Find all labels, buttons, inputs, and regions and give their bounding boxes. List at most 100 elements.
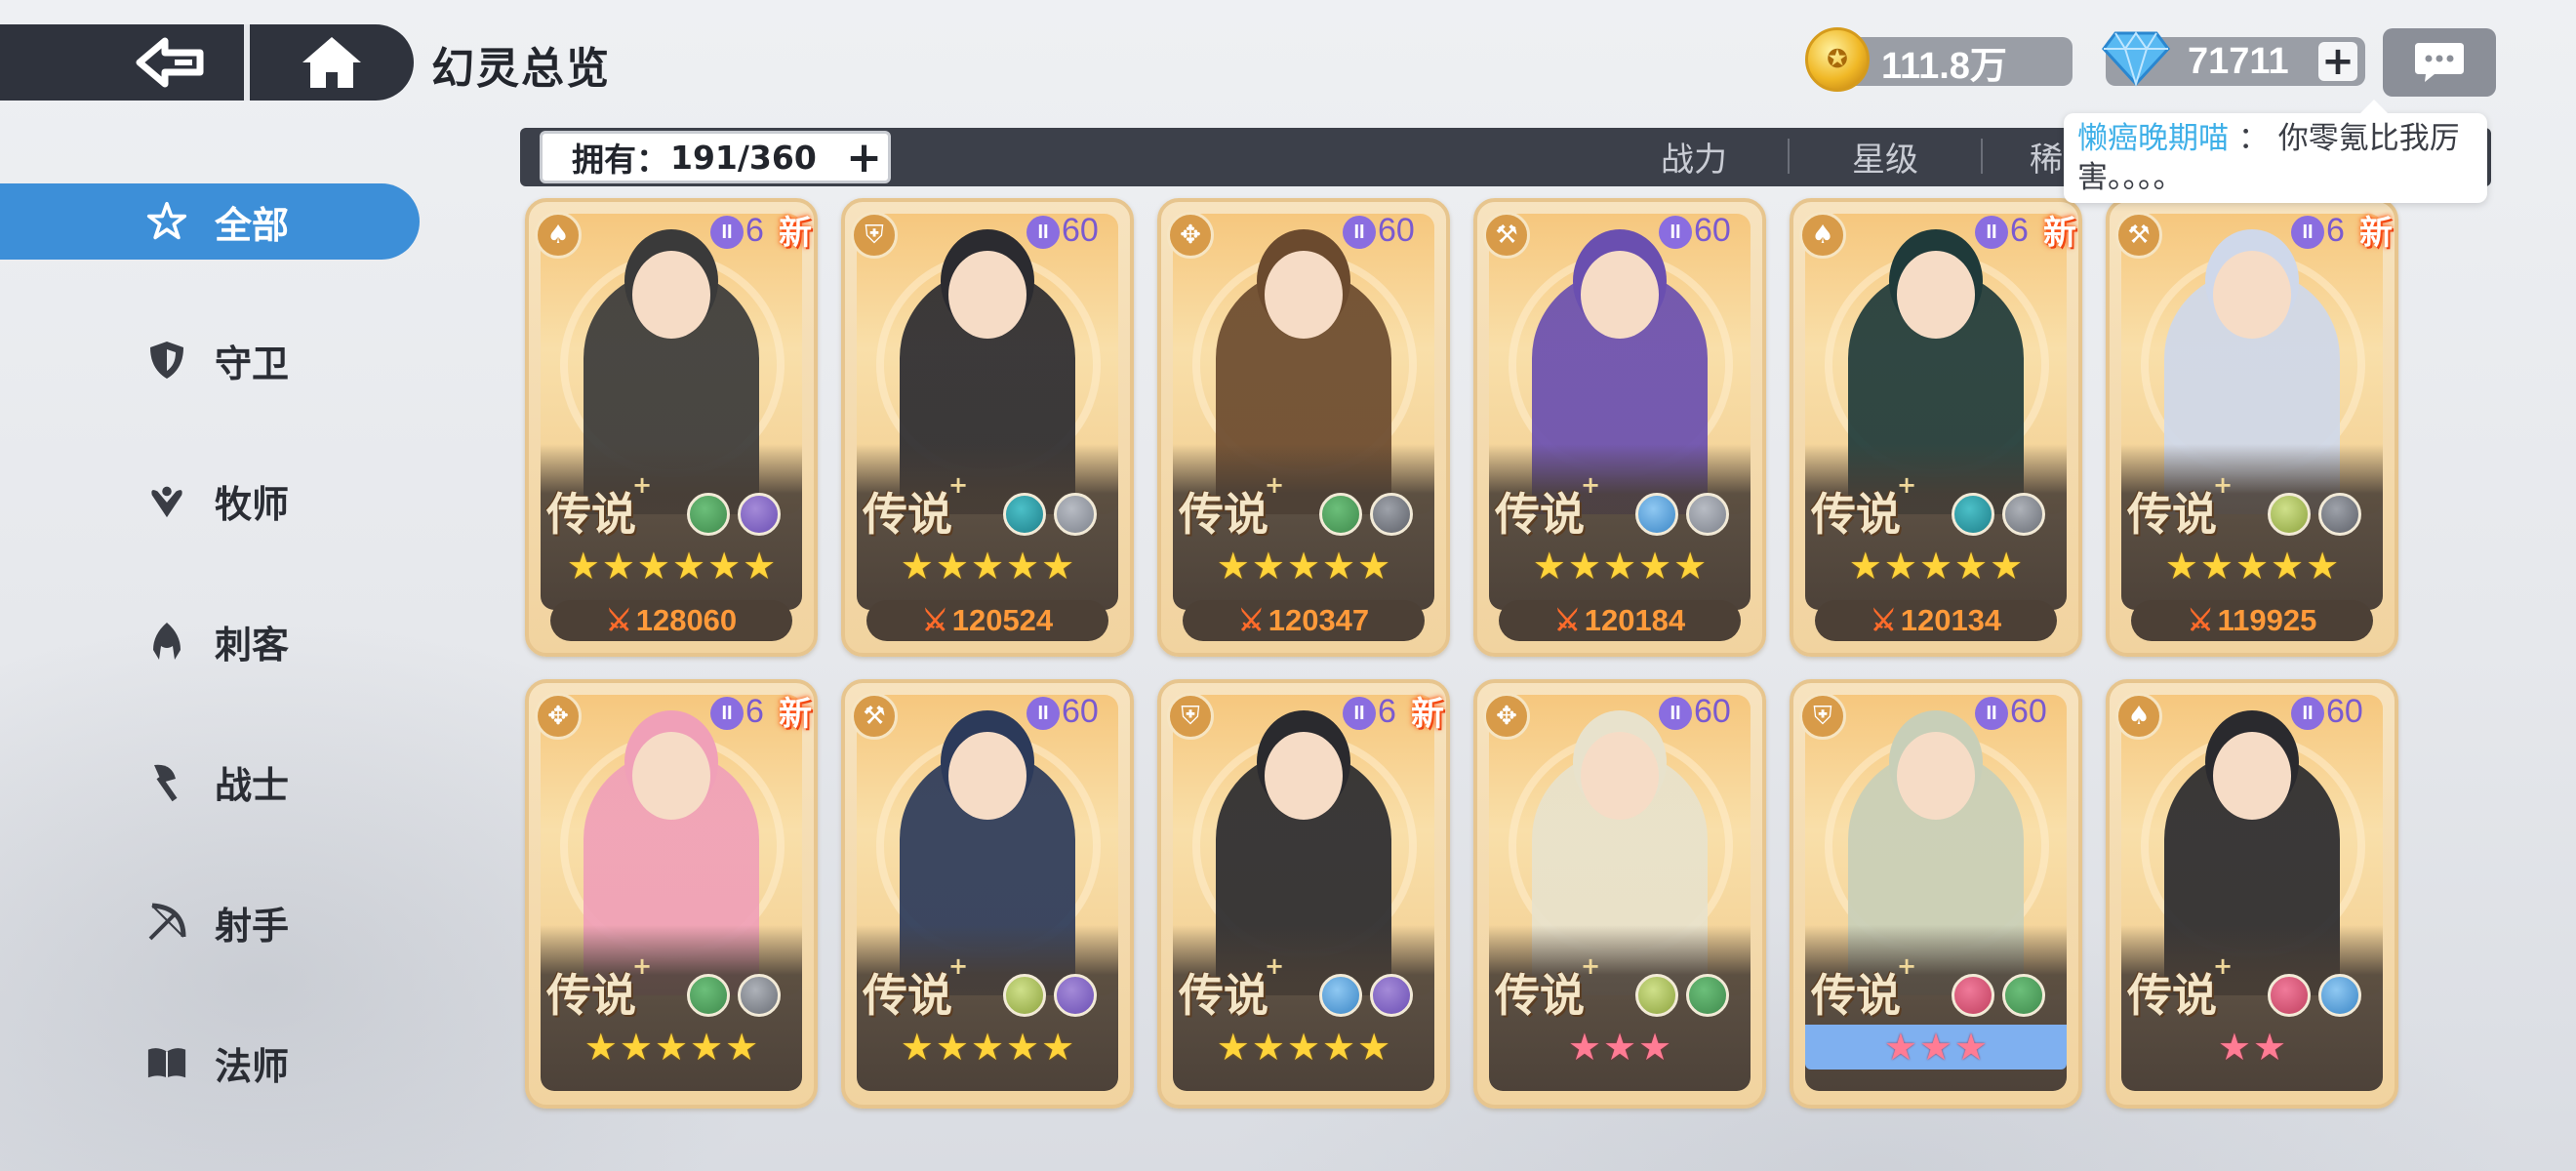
hero-card-panda[interactable]: ♠ II 6 新 传说 + ★ ★ ★ ★ ★ ★ ⚔ 128060 [525, 198, 818, 657]
star-icon: ★ [1848, 545, 1882, 587]
owned-plus-icon: + [846, 132, 882, 182]
owned-label: 拥有： [572, 141, 668, 179]
tier-badge: II [2291, 697, 2324, 730]
hero-card-raven[interactable]: ⛨ II 60 传说 + ★ ★ ★ ★ ★ ⚔ 120524 [841, 198, 1134, 657]
rarity-label: 传说 [546, 488, 636, 541]
sort-rarity-tab[interactable]: 稀 [2030, 133, 2063, 181]
all-star-icon [146, 201, 187, 242]
class-assassin-icon: ♠ [535, 212, 582, 259]
element-earth-icon [2002, 974, 2045, 1017]
element-ice-icon [1635, 493, 1678, 536]
tier-badge: II [710, 216, 744, 249]
gem-currency: 71711 + [2102, 31, 2365, 88]
back-button[interactable] [117, 24, 224, 101]
star-icon: ★ [1638, 545, 1672, 587]
sidebar-item-label: 牧师 [215, 482, 290, 526]
hero-card-horned-queen[interactable]: ⚒ II 60 传说 + ★ ★ ★ ★ ★ ⚔ 120184 [1473, 198, 1766, 657]
sidebar-item-label: 射手 [215, 904, 290, 948]
element-arcane-icon [738, 493, 781, 536]
gold-amount: 111.8万 [1881, 45, 2007, 87]
sidebar-item-archer[interactable]: 射手 [0, 884, 420, 960]
star-icon: ★ [900, 1026, 934, 1069]
star-icon: ★ [566, 545, 600, 587]
class-assassin-icon: ♠ [1799, 212, 1846, 259]
class-warrior-icon: ⚒ [851, 693, 898, 740]
star-icon: ★ [1357, 545, 1391, 587]
star-icon: ★ [1041, 545, 1075, 587]
star-icon: ★ [1954, 1026, 1989, 1069]
tier-badge: II [1659, 216, 1692, 249]
class-guard-icon: ⛨ [1167, 693, 1214, 740]
star-rating: ★ ★ ★ ★ ★ [1173, 544, 1434, 588]
element-light-icon [1003, 974, 1046, 1017]
star-icon: ★ [1532, 545, 1566, 587]
sidebar-item-all[interactable]: 全部 [0, 183, 420, 260]
star-icon: ★ [2217, 1026, 2251, 1069]
rarity-label: 传说 [2127, 969, 2217, 1022]
power-value: 120347 [1268, 603, 1370, 637]
element-void-icon [1370, 493, 1413, 536]
hero-card-antler-druid[interactable]: ⛨ II 60 传说 + ★ ★ ★ [1790, 679, 2082, 1109]
element-earth-icon [687, 493, 730, 536]
class-priest-icon: ✥ [1167, 212, 1214, 259]
hero-card-elf-archer[interactable]: ✥ II 60 传说 + ★ ★ ★ [1473, 679, 1766, 1109]
owned-count-box[interactable]: 拥有： 191/360 + [540, 131, 891, 183]
sidebar-item-warrior[interactable]: 战士 [0, 744, 420, 820]
hero-level: 60 [1378, 212, 1415, 249]
star-rating: ★ ★ ★ ★ ★ [541, 1025, 802, 1070]
class-warrior-icon: ⚒ [2115, 212, 2162, 259]
sidebar-item-label: 刺客 [215, 623, 290, 666]
hero-level: 6 [2326, 212, 2345, 249]
star-icon: ★ [2306, 545, 2340, 587]
diamond-icon [2102, 31, 2170, 88]
sidebar-item-label: 战士 [215, 763, 290, 807]
rarity-plus-icon: + [1265, 952, 1285, 980]
rarity-plus-icon: + [2213, 471, 2234, 499]
rarity-plus-icon: + [948, 471, 969, 499]
star-icon: ★ [1006, 1026, 1040, 1069]
crossed-swords-icon: ⚔ [605, 604, 632, 637]
star-icon: ★ [1216, 545, 1250, 587]
crossed-swords-icon: ⚔ [1237, 604, 1265, 637]
sidebar-item-priest[interactable]: 牧师 [0, 463, 420, 539]
hero-level: 60 [1694, 693, 1731, 730]
chat-message-tooltip: 懒癌晚期喵 ： 你零氪比我厉害。。。。 [2064, 100, 2487, 203]
sidebar-item-label: 守卫 [215, 342, 290, 385]
new-badge: 新 [779, 214, 812, 253]
sidebar-item-label: 全部 [215, 203, 290, 247]
hero-level: 60 [1694, 212, 1731, 249]
chat-button[interactable] [2383, 28, 2496, 97]
power-badge: ⚔ 120134 [1815, 600, 2057, 641]
owned-count: 191/360 [670, 138, 817, 177]
crossed-swords-icon: ⚔ [1553, 604, 1581, 637]
star-icon: ★ [601, 545, 635, 587]
star-icon: ★ [1883, 1026, 1917, 1069]
sidebar-item-mage[interactable]: 法师 [0, 1025, 420, 1101]
home-button[interactable] [283, 24, 381, 101]
chat-bubble-icon [2415, 43, 2464, 82]
hero-card-hooded-rogue[interactable]: ♠ II 6 新 传说 + ★ ★ ★ ★ ★ ⚔ 120134 [1790, 198, 2082, 657]
sidebar-item-guard[interactable]: 守卫 [0, 322, 420, 398]
hero-card-blonde-knight[interactable]: ⚒ II 60 传说 + ★ ★ ★ ★ ★ [841, 679, 1134, 1109]
sort-star-tab[interactable]: 星级 [1852, 133, 1918, 181]
add-gems-button[interactable]: + [2318, 42, 2357, 81]
sort-power-tab[interactable]: 战力 [1661, 133, 1727, 181]
nav-divider [244, 24, 250, 101]
star-icon: ★ [970, 1026, 1005, 1069]
hero-level: 6 [745, 212, 764, 249]
star-rating: ★ ★ ★ ★ ★ ★ [541, 544, 802, 588]
hero-card-dragon-knight[interactable]: ⛨ II 6 新 传说 + ★ ★ ★ ★ ★ [1157, 679, 1450, 1109]
element-earth-icon [1319, 493, 1362, 536]
hero-card-shark-girl[interactable]: ✥ II 60 传说 + ★ ★ ★ ★ ★ ⚔ 120347 [1157, 198, 1450, 657]
star-icon: ★ [2253, 1026, 2287, 1069]
element-fire-icon [1952, 974, 1994, 1017]
chat-username: 懒癌晚期喵 [2077, 121, 2229, 156]
sidebar-item-assassin[interactable]: 刺客 [0, 603, 420, 679]
hero-card-pink-mage[interactable]: ✥ II 6 新 传说 + ★ ★ ★ ★ ★ [525, 679, 818, 1109]
element-light-icon [2268, 493, 2311, 536]
hero-card-winged-knight[interactable]: ⚒ II 6 新 传说 + ★ ★ ★ ★ ★ ⚔ 119925 [2106, 198, 2398, 657]
class-assassin-icon: ♠ [2115, 693, 2162, 740]
star-icon: ★ [1638, 1026, 1672, 1069]
hero-card-cat-girl[interactable]: ♠ II 60 传说 + ★ ★ [2106, 679, 2398, 1109]
element-arcane-icon [1370, 974, 1413, 1017]
